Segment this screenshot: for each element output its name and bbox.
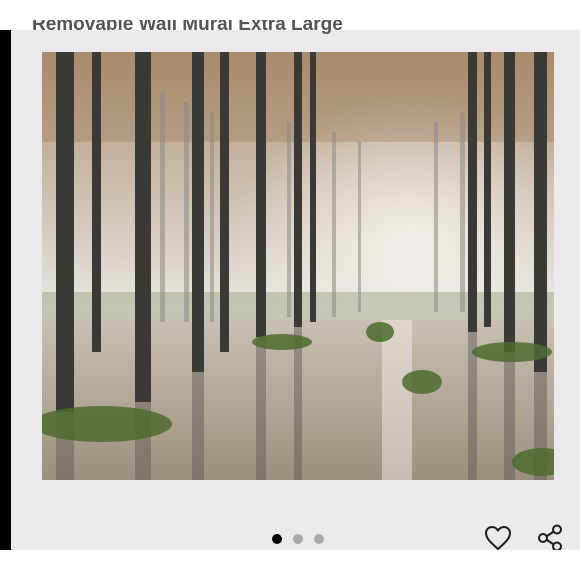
carousel-dot[interactable] [293,534,303,544]
carousel-dot[interactable] [314,534,324,544]
carousel-dot[interactable] [272,534,282,544]
product-photo[interactable] [42,52,554,480]
carousel-indicator [272,534,324,544]
share-icon [538,524,562,552]
bottom-strip [0,550,580,580]
forest-scene [42,52,554,480]
left-edge-bar [0,30,11,550]
heart-icon [485,526,511,550]
